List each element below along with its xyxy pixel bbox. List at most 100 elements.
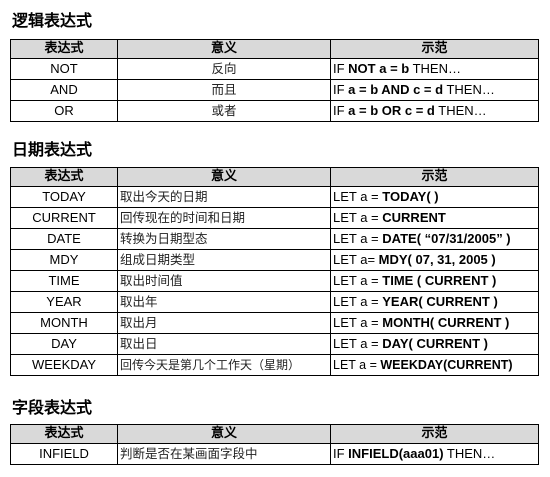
example-prefix: LET a = xyxy=(333,189,383,204)
table-row: YEAR 取出年 LET a = YEAR( CURRENT ) xyxy=(10,291,539,313)
expression-cell: CURRENT xyxy=(10,207,118,229)
example-code: INFIELD(aaa01) xyxy=(348,446,444,461)
meaning-cell: 取出月 xyxy=(117,312,331,334)
example-code: TODAY( ) xyxy=(382,189,439,204)
example-prefix: LET a = xyxy=(333,315,383,330)
example-cell: LET a = DATE( “07/31/2005” ) xyxy=(330,228,539,250)
meaning-cell: 或者 xyxy=(117,100,331,122)
section-title-logical: 逻辑表达式 xyxy=(12,11,93,30)
example-cell: LET a = TIME ( CURRENT ) xyxy=(330,270,539,292)
expression-cell: MDY xyxy=(10,249,118,271)
header-example: 示范 xyxy=(330,167,539,187)
header-meaning: 意义 xyxy=(117,424,331,444)
expression-cell: TODAY xyxy=(10,186,118,208)
field-expressions-table: 表达式 意义 示范 INFIELD 判断是否在某画面字段中 IF INFIELD… xyxy=(10,424,539,465)
table-row: NOT 反向 IF NOT a = b THEN… xyxy=(10,58,539,80)
table-row: AND 而且 IF a = b AND c = d THEN… xyxy=(10,79,539,101)
example-cell: IF a = b AND c = d THEN… xyxy=(330,79,539,101)
example-cell: LET a = YEAR( CURRENT ) xyxy=(330,291,539,313)
date-expressions-table: 表达式 意义 示范 TODAY 取出今天的日期 LET a = TODAY( )… xyxy=(10,167,539,376)
example-prefix: LET a= xyxy=(333,252,379,267)
example-prefix: LET a = xyxy=(333,210,383,225)
logical-expressions-table: 表达式 意义 示范 NOT 反向 IF NOT a = b THEN… AND … xyxy=(10,39,539,122)
example-code: YEAR( CURRENT ) xyxy=(382,294,498,309)
table-row: INFIELD 判断是否在某画面字段中 IF INFIELD(aaa01) TH… xyxy=(10,443,539,465)
example-prefix: LET a = xyxy=(333,294,383,309)
header-example: 示范 xyxy=(330,39,539,59)
header-meaning: 意义 xyxy=(117,39,331,59)
table-header-row: 表达式 意义 示范 xyxy=(10,424,539,444)
example-code: MDY( 07, 31, 2005 ) xyxy=(378,252,496,267)
table-row: MONTH 取出月 LET a = MONTH( CURRENT ) xyxy=(10,312,539,334)
expression-cell: DAY xyxy=(10,333,118,355)
example-cell: LET a = WEEKDAY(CURRENT) xyxy=(330,354,539,376)
example-prefix: IF xyxy=(333,61,349,76)
meaning-cell: 组成日期类型 xyxy=(117,249,331,271)
example-prefix: IF xyxy=(333,82,349,97)
meaning-cell: 取出今天的日期 xyxy=(117,186,331,208)
example-suffix: THEN… xyxy=(409,61,461,76)
header-meaning: 意义 xyxy=(117,167,331,187)
table-row: DAY 取出日 LET a = DAY( CURRENT ) xyxy=(10,333,539,355)
example-code: TIME ( CURRENT ) xyxy=(382,273,497,288)
expression-cell: AND xyxy=(10,79,118,101)
example-cell: LET a= MDY( 07, 31, 2005 ) xyxy=(330,249,539,271)
example-suffix: THEN… xyxy=(443,446,496,461)
example-cell: LET a = DAY( CURRENT ) xyxy=(330,333,539,355)
meaning-cell: 回传现在的时间和日期 xyxy=(117,207,331,229)
header-expression: 表达式 xyxy=(10,167,118,187)
meaning-cell: 取出日 xyxy=(117,333,331,355)
expression-cell: OR xyxy=(10,100,118,122)
meaning-cell: 而且 xyxy=(117,79,331,101)
example-cell: IF NOT a = b THEN… xyxy=(330,58,539,80)
example-code: CURRENT xyxy=(382,210,446,225)
table-header-row: 表达式 意义 示范 xyxy=(10,39,539,59)
example-prefix: LET a = xyxy=(333,273,383,288)
example-prefix: LET a = xyxy=(333,336,383,351)
table-row: MDY 组成日期类型 LET a= MDY( 07, 31, 2005 ) xyxy=(10,249,539,271)
table-row: WEEKDAY 回传今天是第几个工作天（星期） LET a = WEEKDAY(… xyxy=(10,354,539,376)
header-example: 示范 xyxy=(330,424,539,444)
expression-cell: YEAR xyxy=(10,291,118,313)
example-code: MONTH( CURRENT ) xyxy=(382,315,510,330)
example-code: WEEKDAY(CURRENT) xyxy=(380,358,513,372)
meaning-cell: 反向 xyxy=(117,58,331,80)
example-cell: IF INFIELD(aaa01) THEN… xyxy=(330,443,539,465)
table-row: CURRENT 回传现在的时间和日期 LET a = CURRENT xyxy=(10,207,539,229)
meaning-cell: 取出年 xyxy=(117,291,331,313)
table-header-row: 表达式 意义 示范 xyxy=(10,167,539,187)
example-suffix: THEN… xyxy=(434,103,487,118)
expression-cell: TIME xyxy=(10,270,118,292)
header-expression: 表达式 xyxy=(10,424,118,444)
example-cell: LET a = CURRENT xyxy=(330,207,539,229)
expression-cell: INFIELD xyxy=(10,443,118,465)
table-row: TIME 取出时间值 LET a = TIME ( CURRENT ) xyxy=(10,270,539,292)
example-prefix: LET a = xyxy=(333,358,381,372)
expression-cell: MONTH xyxy=(10,312,118,334)
section-title-field: 字段表达式 xyxy=(12,398,93,417)
example-prefix: LET a = xyxy=(333,231,383,246)
example-suffix: THEN… xyxy=(443,82,495,97)
example-code: DAY( CURRENT ) xyxy=(382,336,488,351)
table-row: TODAY 取出今天的日期 LET a = TODAY( ) xyxy=(10,186,539,208)
table-row: OR 或者 IF a = b OR c = d THEN… xyxy=(10,100,539,122)
expression-cell: DATE xyxy=(10,228,118,250)
example-cell: LET a = MONTH( CURRENT ) xyxy=(330,312,539,334)
example-code: a = b AND c = d xyxy=(348,82,444,97)
meaning-cell: 判断是否在某画面字段中 xyxy=(117,443,331,465)
example-cell: LET a = TODAY( ) xyxy=(330,186,539,208)
section-title-date: 日期表达式 xyxy=(12,140,93,159)
example-prefix: IF xyxy=(333,103,349,118)
expression-cell: NOT xyxy=(10,58,118,80)
example-prefix: IF xyxy=(333,446,349,461)
example-code: DATE( “07/31/2005” ) xyxy=(382,231,511,246)
meaning-cell: 取出时间值 xyxy=(117,270,331,292)
header-expression: 表达式 xyxy=(10,39,118,59)
example-code: a = b OR c = d xyxy=(348,103,435,118)
example-code: NOT a = b xyxy=(348,61,410,76)
example-cell: IF a = b OR c = d THEN… xyxy=(330,100,539,122)
meaning-cell: 转换为日期型态 xyxy=(117,228,331,250)
expression-cell: WEEKDAY xyxy=(10,354,118,376)
table-row: DATE 转换为日期型态 LET a = DATE( “07/31/2005” … xyxy=(10,228,539,250)
meaning-cell: 回传今天是第几个工作天（星期） xyxy=(117,354,331,376)
